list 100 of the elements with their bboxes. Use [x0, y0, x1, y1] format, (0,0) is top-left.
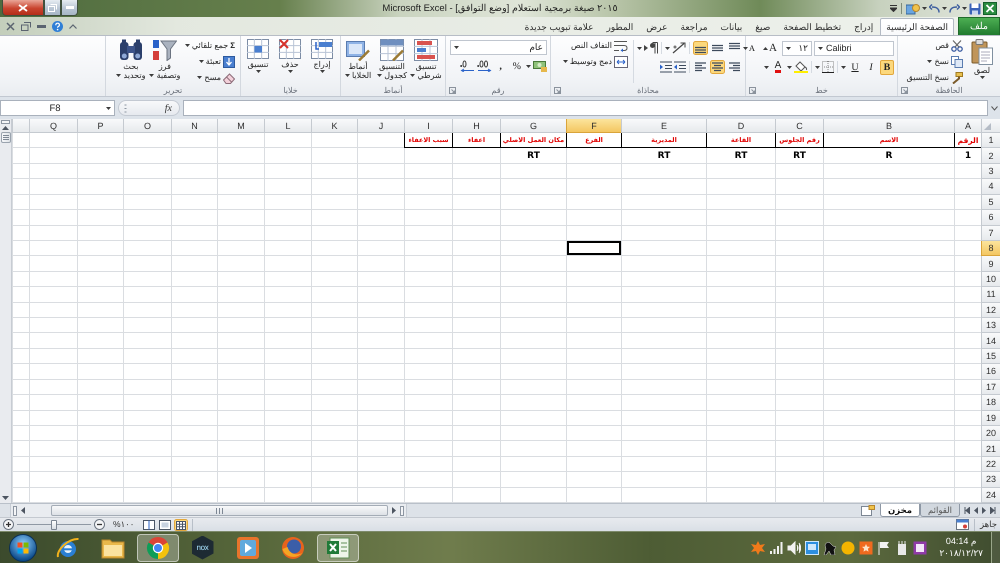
help-icon[interactable]: [52, 20, 63, 32]
sort-filter-button[interactable]: فرز وتصفية: [148, 38, 181, 80]
redo-icon[interactable]: [949, 4, 960, 13]
row-header[interactable]: 17: [981, 380, 1000, 396]
flag-icon[interactable]: [877, 540, 892, 554]
caret-icon[interactable]: [962, 7, 967, 10]
browser-icon[interactable]: [56, 536, 80, 560]
up-arrow-icon[interactable]: [2, 126, 9, 130]
find-select-button[interactable]: بحث وتحديد: [114, 38, 147, 80]
ribbon-tab[interactable]: علامة تبويب جديدة: [518, 18, 600, 35]
caret-icon[interactable]: [841, 66, 846, 68]
caret-icon[interactable]: [787, 66, 792, 68]
increase-indent-icon[interactable]: [660, 61, 672, 73]
column-header[interactable]: M: [217, 119, 264, 133]
row-header[interactable]: 4: [981, 179, 1000, 195]
style-button[interactable]: تنسيق شرطي: [410, 38, 442, 80]
paragraph-direction-icon[interactable]: [644, 42, 658, 54]
caret-icon[interactable]: [106, 106, 111, 110]
play-icon[interactable]: [236, 536, 260, 560]
spreadsheet-logo-icon[interactable]: [983, 2, 997, 15]
paint-bucket-icon[interactable]: [794, 61, 808, 73]
right-arrow-icon[interactable]: [982, 507, 986, 514]
star-badge-icon[interactable]: [859, 540, 874, 554]
row-header[interactable]: 16: [981, 364, 1000, 380]
row-header[interactable]: 7: [981, 226, 1000, 241]
dialog-launcher-icon[interactable]: [554, 87, 561, 94]
caret-icon[interactable]: [637, 46, 642, 50]
column-header[interactable]: D: [706, 119, 775, 133]
sheet-tab[interactable]: مخزن: [880, 504, 920, 517]
paste-button[interactable]: لصق: [967, 38, 997, 79]
shrink-font-button[interactable]: A: [740, 40, 758, 56]
row-header[interactable]: 19: [981, 410, 1000, 426]
align-center-icon[interactable]: [710, 60, 725, 74]
zoom-level[interactable]: %١٠٠: [113, 519, 134, 530]
caret-up-icon[interactable]: [69, 24, 77, 28]
right-arrow-icon[interactable]: [392, 507, 396, 514]
minimize-icon[interactable]: [37, 24, 46, 28]
row-header[interactable]: 24: [981, 488, 1000, 503]
row-header[interactable]: 14: [981, 333, 1000, 349]
signal-icon[interactable]: [769, 540, 784, 554]
restore-icon[interactable]: [21, 22, 31, 30]
row-header[interactable]: 21: [981, 441, 1000, 457]
grow-font-button[interactable]: A: [760, 40, 780, 56]
ribbon-tab[interactable]: تخطيط الصفحة: [777, 18, 848, 35]
caret-icon[interactable]: [927, 60, 932, 63]
align-left-icon[interactable]: [693, 60, 708, 74]
row-header[interactable]: 15: [981, 348, 1000, 364]
caret-icon[interactable]: [256, 70, 260, 73]
number-format-dropdown[interactable]: عام: [450, 40, 547, 55]
column-header[interactable]: A: [954, 119, 981, 133]
zoom-in-icon[interactable]: [3, 519, 14, 530]
column-header[interactable]: N: [171, 119, 217, 133]
slider-thumb[interactable]: [51, 520, 57, 530]
caret-icon[interactable]: [786, 46, 791, 50]
border-icon[interactable]: [822, 61, 834, 73]
scroll-thumb[interactable]: [51, 505, 388, 516]
merge-center-button[interactable]: دمج وتوسيط: [560, 54, 630, 69]
close-icon[interactable]: [6, 22, 15, 30]
horizontal-scrollbar[interactable]: [10, 504, 407, 517]
column-header[interactable]: O: [123, 119, 171, 133]
caret-icon[interactable]: [980, 76, 984, 79]
ribbon-tab[interactable]: إدراج: [848, 18, 880, 35]
caret-icon[interactable]: [454, 46, 459, 49]
cells-button[interactable]: تنسيق: [243, 38, 273, 73]
speaker-icon[interactable]: [787, 540, 802, 554]
cells-button[interactable]: حذف: [275, 38, 305, 73]
caret-icon[interactable]: [815, 66, 820, 68]
wrap-text-button[interactable]: التفاف النص: [569, 38, 630, 53]
zoom-out-icon[interactable]: [94, 519, 105, 530]
style-button[interactable]: أنماط الخلايا: [342, 38, 374, 80]
row-header[interactable]: 3: [981, 164, 1000, 180]
caret-icon[interactable]: [376, 74, 382, 78]
formula-input[interactable]: [183, 100, 988, 116]
align-bottom-icon[interactable]: [693, 41, 708, 55]
insert-sheet-icon[interactable]: [861, 505, 876, 516]
column-header[interactable]: C: [775, 119, 823, 133]
column-header[interactable]: J: [357, 119, 404, 133]
column-header[interactable]: E: [621, 119, 706, 133]
ribbon-tab[interactable]: المطور: [600, 18, 640, 35]
row-header[interactable]: 12: [981, 302, 1000, 318]
caret-icon[interactable]: [742, 46, 748, 50]
font-size-dropdown[interactable]: ١٢: [782, 40, 812, 56]
expand-icon[interactable]: [991, 106, 998, 110]
align-right-icon[interactable]: [727, 60, 742, 74]
caret-icon[interactable]: [344, 74, 350, 78]
sheet-tab[interactable]: القوائم: [920, 504, 960, 517]
caret-icon[interactable]: [116, 74, 122, 78]
row-header[interactable]: 2: [981, 148, 1000, 164]
window-icon[interactable]: [805, 540, 820, 554]
caret-icon[interactable]: [942, 7, 947, 10]
caret-icon[interactable]: [922, 7, 927, 10]
dialog-launcher-icon[interactable]: [901, 87, 908, 94]
money-icon[interactable]: [533, 60, 547, 72]
caret-icon[interactable]: [763, 46, 768, 50]
diagonal-arrow-icon[interactable]: [672, 42, 686, 54]
start-orb-icon[interactable]: [8, 534, 36, 562]
underline-button[interactable]: U: [848, 60, 862, 74]
column-header[interactable]: B: [823, 119, 954, 133]
copy-button[interactable]: نسخ: [925, 54, 965, 69]
row-header[interactable]: 18: [981, 395, 1000, 410]
